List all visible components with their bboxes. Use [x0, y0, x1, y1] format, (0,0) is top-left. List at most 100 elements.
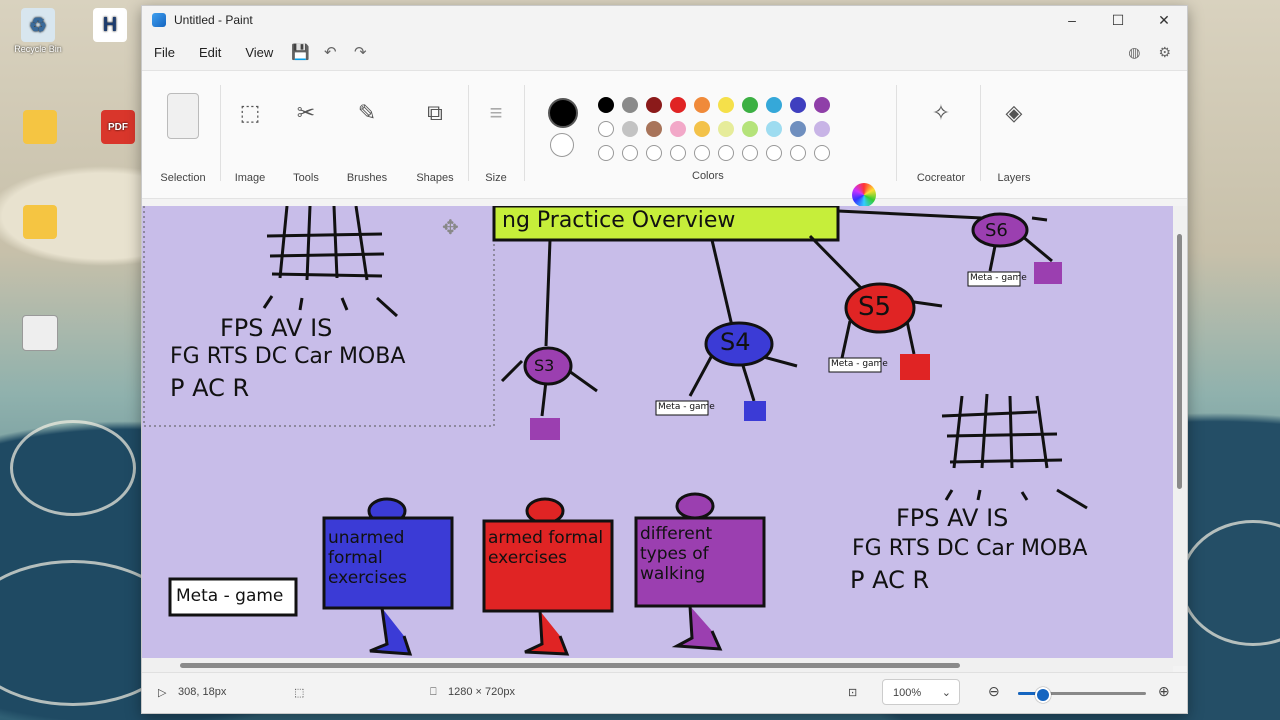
redo-icon[interactable]: ↷	[345, 43, 375, 61]
meta-game-label: Meta - game	[176, 586, 284, 606]
color-swatch[interactable]	[790, 145, 806, 161]
small-block	[530, 418, 560, 440]
color-swatch[interactable]	[694, 145, 710, 161]
selection-label: Selection	[160, 172, 206, 184]
color-swatch[interactable]	[766, 145, 782, 161]
zoom-out-icon[interactable]: ⊖	[988, 683, 1000, 700]
color-swatch[interactable]	[718, 97, 734, 113]
horizontal-scroll-thumb[interactable]	[180, 663, 960, 668]
brushes-group[interactable]: ✎ Brushes	[342, 77, 392, 192]
color-swatch[interactable]	[814, 121, 830, 137]
color-swatch[interactable]	[646, 121, 662, 137]
horizontal-scrollbar[interactable]	[142, 658, 1173, 672]
selection-group[interactable]: Selection	[150, 77, 216, 192]
color-swatch[interactable]	[598, 145, 614, 161]
undo-icon[interactable]: ↶	[315, 43, 345, 61]
image-group[interactable]: ⬚ Image	[226, 77, 274, 192]
image-crop-icon: ⬚	[239, 100, 261, 125]
color-swatch[interactable]	[718, 121, 734, 137]
size-group[interactable]: ≡ Size	[474, 77, 518, 192]
color-swatch[interactable]	[622, 145, 638, 161]
color-swatch[interactable]	[646, 97, 662, 113]
shortcut-desktop-icon[interactable]	[10, 315, 70, 353]
folder-icon	[23, 205, 57, 239]
color-swatch[interactable]	[766, 121, 782, 137]
zoom-select[interactable]: 100% ⌄	[882, 679, 960, 705]
genres-line-1: FPS AV IS	[220, 314, 333, 342]
color-swatch[interactable]	[742, 145, 758, 161]
account-icon[interactable]: ◍	[1128, 44, 1140, 61]
ribbon-divider	[524, 85, 525, 181]
cocreator-sparkle-icon: ✧	[931, 100, 951, 125]
color-swatch[interactable]	[742, 97, 758, 113]
line-size-icon: ≡	[489, 100, 503, 125]
pdf-desktop-icon[interactable]: PDF	[88, 110, 148, 146]
connector-lines	[500, 209, 1053, 417]
folder-desktop-icon-2[interactable]	[10, 205, 70, 241]
color-swatch[interactable]	[598, 97, 614, 113]
zoom-value: 100%	[893, 687, 922, 699]
edit-colors-icon[interactable]	[852, 183, 876, 207]
layers-icon: ◈	[1005, 100, 1023, 125]
title-bar: Untitled - Paint – ☐ ✕	[142, 6, 1187, 34]
cocreator-group[interactable]: ✧ Cocreator	[908, 77, 974, 192]
vertical-scroll-thumb[interactable]	[1177, 234, 1182, 489]
image-label: Image	[234, 172, 266, 184]
color-swatch[interactable]	[718, 145, 734, 161]
zoom-slider[interactable]	[1018, 687, 1146, 703]
color-swatch[interactable]	[790, 97, 806, 113]
small-block	[744, 401, 766, 421]
close-button[interactable]: ✕	[1141, 12, 1187, 29]
vertical-scrollbar[interactable]	[1173, 206, 1187, 666]
tools-group[interactable]: ✂ Tools	[282, 77, 330, 192]
node-s4-label: S4	[720, 328, 751, 356]
tools-scissors-icon: ✂	[296, 100, 316, 125]
color-swatch[interactable]	[646, 145, 662, 161]
fit-to-window-icon[interactable]: ⊡	[848, 686, 857, 699]
save-icon[interactable]: 💾	[285, 43, 315, 61]
shapes-group[interactable]: ⧉ Shapes	[410, 77, 460, 192]
tools-label: Tools	[293, 172, 319, 184]
recycle-bin-desktop-icon[interactable]: ♻ Recycle Bin	[8, 8, 68, 54]
maximize-button[interactable]: ☐	[1095, 12, 1141, 29]
menu-bar: File Edit View 💾 ↶ ↷ ◍ ⚙	[142, 34, 1187, 70]
selection-icon	[167, 93, 199, 139]
color-swatch[interactable]	[766, 97, 782, 113]
menu-view[interactable]: View	[233, 45, 285, 60]
zoom-slider-knob[interactable]	[1035, 687, 1052, 703]
color-swatch[interactable]	[622, 97, 638, 113]
color-swatch[interactable]	[670, 97, 686, 113]
color-swatch[interactable]	[694, 97, 710, 113]
genres-line-2: FG RTS DC Car MOBA	[170, 344, 406, 369]
layers-group[interactable]: ◈ Layers	[988, 77, 1040, 192]
cursor-position: 308, 18px	[178, 686, 227, 698]
color-swatch[interactable]	[742, 121, 758, 137]
canvas-size: 1280 × 720px	[448, 686, 515, 698]
minimize-button[interactable]: –	[1049, 12, 1095, 29]
color-swatch[interactable]	[622, 121, 638, 137]
color-swatch[interactable]	[670, 145, 686, 161]
recycle-bin-icon: ♻	[21, 8, 55, 42]
brushes-label: Brushes	[346, 172, 388, 184]
menu-file[interactable]: File	[142, 45, 187, 60]
color-swatch[interactable]	[814, 145, 830, 161]
color-swatch[interactable]	[790, 121, 806, 137]
size-label: Size	[485, 172, 507, 184]
secondary-color-swatch[interactable]	[550, 133, 574, 157]
color-swatch[interactable]	[814, 97, 830, 113]
shortcut-icon	[22, 315, 58, 351]
zoom-in-icon[interactable]: ⊕	[1158, 683, 1170, 700]
paint-app-icon	[152, 13, 166, 27]
drawing-canvas[interactable]: ✥ ng Practice Overview FPS AV IS FG RTS …	[142, 206, 1173, 658]
folder-desktop-icon[interactable]	[10, 110, 70, 146]
settings-gear-icon[interactable]: ⚙	[1158, 44, 1171, 61]
color-swatch[interactable]	[670, 121, 686, 137]
menu-edit[interactable]: Edit	[187, 45, 233, 60]
cursor-icon: ▷	[158, 687, 167, 699]
h-desktop-icon[interactable]: H	[80, 8, 140, 44]
color-swatch[interactable]	[598, 121, 614, 137]
color-swatch[interactable]	[694, 121, 710, 137]
primary-color-swatch[interactable]	[548, 98, 578, 128]
ribbon-divider	[468, 85, 469, 181]
header-text: ng Practice Overview	[502, 208, 736, 233]
